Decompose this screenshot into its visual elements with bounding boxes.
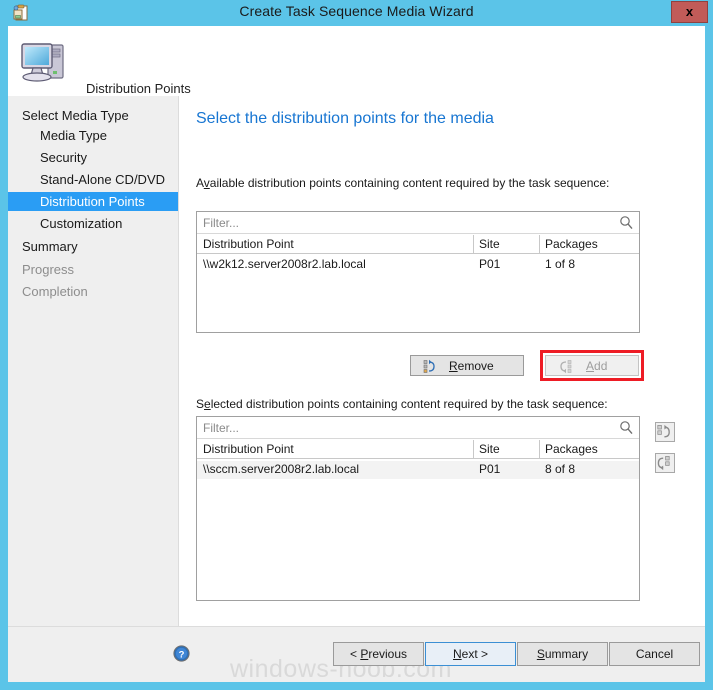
selected-distribution-points-list[interactable]: Filter... Distribution Point Site Packag…: [196, 416, 640, 601]
move-in-icon-button[interactable]: [655, 453, 675, 473]
summary-label-suffix: ummary: [544, 647, 589, 661]
wizard-step-list: Select Media Type Media Type Security St…: [8, 96, 178, 626]
summary-label-accelerator: S: [536, 647, 545, 661]
next-label-accelerator: N: [452, 647, 462, 661]
available-filter-row[interactable]: Filter...: [197, 212, 639, 234]
selected-col-sep-2: [539, 440, 540, 459]
summary-button[interactable]: Summary: [517, 642, 608, 666]
sidebar-item-distribution-points[interactable]: Distribution Points: [8, 192, 178, 211]
remove-list-icon: [423, 359, 438, 377]
sidebar-item-progress: Progress: [22, 262, 75, 277]
sidebar-item-customization[interactable]: Customization: [8, 214, 178, 233]
previous-button[interactable]: < Previous: [333, 642, 424, 666]
selected-label-prefix: S: [196, 397, 205, 411]
wizard-footer: ? windows-noob.com < Previous Next > Sum…: [8, 626, 705, 683]
available-col-sep-1: [473, 235, 474, 254]
wizard-content-panel: Select the distribution points for the m…: [178, 96, 705, 626]
selected-col-site[interactable]: Site: [479, 442, 500, 456]
search-icon[interactable]: [619, 420, 634, 435]
next-label-suffix: ext >: [461, 647, 489, 661]
available-distribution-points-list[interactable]: Filter... Distribution Point Site Packag…: [196, 211, 640, 333]
sidebar-item-summary[interactable]: Summary: [8, 237, 178, 256]
available-row-site: P01: [479, 257, 501, 271]
help-question-icon[interactable]: ?: [173, 645, 190, 662]
selected-list-label: Selected distribution points containing …: [196, 397, 608, 411]
cancel-label-suffix: ancel: [644, 647, 674, 661]
add-label-accelerator: A: [586, 359, 595, 373]
sidebar-item-stand-alone-cd-dvd[interactable]: Stand-Alone CD/DVD: [8, 170, 178, 189]
selected-col-sep-1: [473, 440, 474, 459]
available-col-site[interactable]: Site: [479, 237, 500, 251]
previous-label-suffix: revious: [368, 647, 408, 661]
available-grid-header: Distribution Point Site Packages: [197, 235, 639, 254]
available-col-sep-2: [539, 235, 540, 254]
remove-button[interactable]: Remove: [410, 355, 524, 376]
selected-label-accelerator: e: [204, 397, 211, 411]
add-button-label: Add: [586, 359, 607, 373]
next-button[interactable]: Next >: [425, 642, 516, 666]
selected-filter-placeholder: Filter...: [203, 421, 240, 435]
remove-label-accelerator: R: [449, 359, 458, 373]
sidebar-item-completion: Completion: [22, 284, 88, 299]
available-col-packages[interactable]: Packages: [545, 237, 598, 251]
remove-button-label: Remove: [449, 359, 494, 373]
computer-monitor-icon: [18, 35, 70, 87]
available-col-distribution-point[interactable]: Distribution Point: [203, 237, 294, 251]
selected-col-packages[interactable]: Packages: [545, 442, 598, 456]
move-in-icon: [657, 456, 670, 471]
svg-text:?: ?: [179, 649, 185, 660]
remove-label-suffix: emove: [457, 359, 494, 373]
add-button: Add: [545, 355, 639, 376]
move-out-icon: [657, 424, 670, 438]
move-out-icon-button[interactable]: [655, 422, 675, 442]
previous-label-prefix: <: [349, 647, 361, 661]
available-label-suffix: ailable distribution points containing c…: [209, 176, 610, 190]
window-title: Create Task Sequence Media Wizard: [239, 3, 474, 19]
close-button[interactable]: x: [671, 1, 708, 23]
page-title: Select the distribution points for the m…: [196, 110, 494, 127]
available-list-label: Available distribution points containing…: [196, 176, 609, 190]
search-icon[interactable]: [619, 215, 634, 230]
selected-row-packages: 8 of 8: [545, 462, 576, 476]
wizard-window: Create Task Sequence Media Wizard x Dist…: [0, 0, 713, 690]
available-label-prefix: A: [196, 176, 204, 190]
sidebar-item-security[interactable]: Security: [8, 148, 178, 167]
selected-row-site: P01: [479, 462, 501, 476]
cancel-button[interactable]: Cancel: [609, 642, 700, 666]
selected-col-distribution-point[interactable]: Distribution Point: [203, 442, 294, 456]
table-row[interactable]: \\sccm.server2008r2.lab.local P01 8 of 8: [197, 461, 639, 479]
add-list-icon: [560, 359, 575, 377]
available-filter-placeholder: Filter...: [203, 216, 240, 230]
selected-row-dp: \\sccm.server2008r2.lab.local: [203, 462, 360, 476]
selected-filter-row[interactable]: Filter...: [197, 417, 639, 439]
available-row-packages: 1 of 8: [545, 257, 576, 271]
header-page-title: Distribution Points: [86, 81, 191, 96]
title-bar: Create Task Sequence Media Wizard x: [0, 0, 713, 26]
sidebar-item-media-type[interactable]: Media Type: [8, 126, 178, 145]
selected-label-suffix: lected distribution points containing co…: [210, 397, 608, 411]
table-row[interactable]: \\w2k12.server2008r2.lab.local P01 1 of …: [197, 256, 639, 274]
add-label-suffix: dd: [594, 359, 608, 373]
sidebar-item-select-media-type[interactable]: Select Media Type: [8, 106, 178, 125]
wizard-header: Distribution Points: [8, 26, 705, 96]
available-row-dp: \\w2k12.server2008r2.lab.local: [203, 257, 366, 271]
selected-grid-header: Distribution Point Site Packages: [197, 440, 639, 459]
